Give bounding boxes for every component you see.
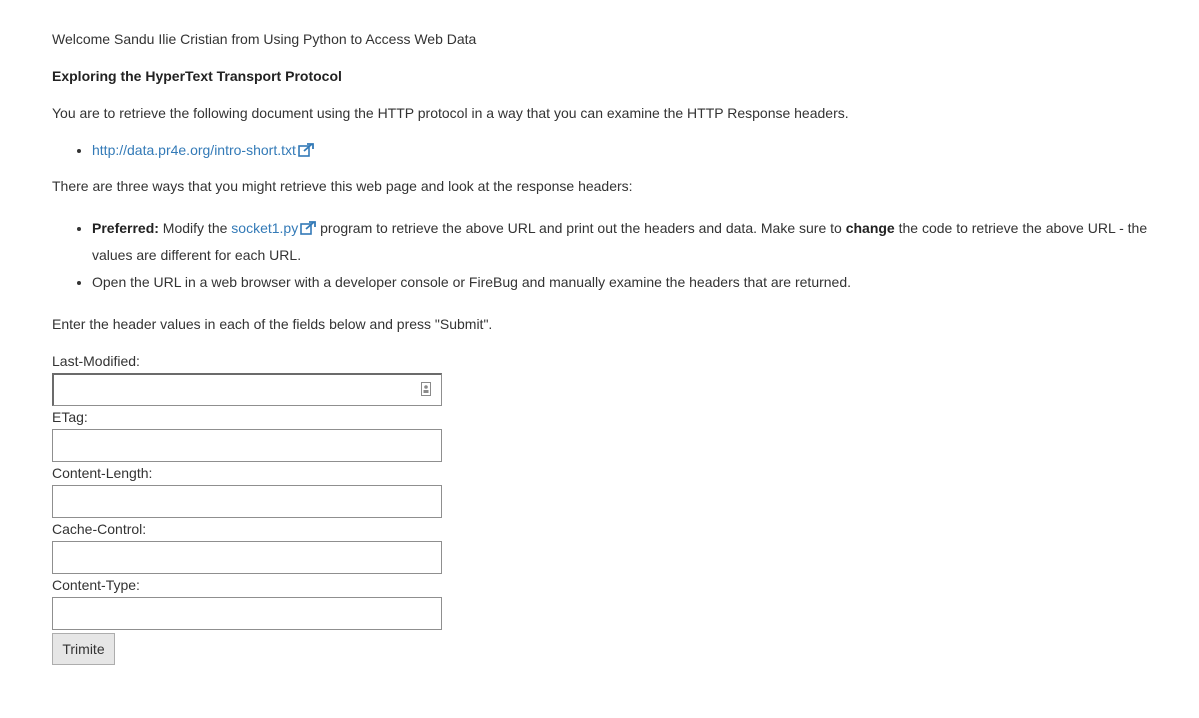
- preferred-text-before: Modify the: [158, 220, 232, 236]
- ways-list: Preferred: Modify the socket1.py program…: [52, 215, 1182, 296]
- content-length-field-wrap: [52, 485, 442, 518]
- welcome-text: Welcome Sandu Ilie Cristian from Using P…: [52, 31, 477, 47]
- list-item-browser: Open the URL in a web browser with a dev…: [92, 269, 1182, 296]
- socket1-link[interactable]: socket1.py: [231, 220, 298, 236]
- content-length-label: Content-Length:: [52, 465, 153, 481]
- preferred-text-after: program to retrieve the above URL and pr…: [316, 220, 846, 236]
- etag-input[interactable]: [52, 429, 442, 462]
- content-length-input[interactable]: [52, 485, 442, 518]
- cache-control-label: Cache-Control:: [52, 521, 147, 537]
- last-modified-input[interactable]: [52, 373, 442, 406]
- header-values-form: Last-Modified: ETag: Content-Length: Cac…: [52, 353, 1182, 665]
- cache-control-input[interactable]: [52, 541, 442, 574]
- content-type-input[interactable]: [52, 597, 442, 630]
- content-type-field-wrap: [52, 597, 442, 630]
- content-type-label: Content-Type:: [52, 577, 140, 593]
- etag-label: ETag:: [52, 409, 88, 425]
- document-link-list: http://data.pr4e.org/intro-short.txt: [52, 142, 1182, 158]
- list-item-preferred: Preferred: Modify the socket1.py program…: [92, 215, 1182, 269]
- etag-field-wrap: [52, 429, 442, 462]
- document-link[interactable]: http://data.pr4e.org/intro-short.txt: [92, 142, 296, 158]
- assignment-page: Welcome Sandu Ilie Cristian from Using P…: [0, 0, 1182, 665]
- autofill-icon[interactable]: [421, 382, 431, 396]
- last-modified-field-wrap: [52, 373, 442, 406]
- external-link-icon[interactable]: [298, 143, 314, 157]
- list-item: http://data.pr4e.org/intro-short.txt: [92, 142, 1182, 158]
- instructions-text: Enter the header values in each of the f…: [52, 316, 493, 332]
- change-emphasis: change: [845, 220, 895, 236]
- submit-button[interactable]: Trimite: [52, 633, 115, 665]
- ways-intro-text: There are three ways that you might retr…: [52, 178, 633, 194]
- preferred-label: Preferred:: [92, 220, 159, 236]
- last-modified-label: Last-Modified:: [52, 353, 140, 369]
- page-title: Exploring the HyperText Transport Protoc…: [52, 68, 342, 84]
- external-link-icon[interactable]: [300, 221, 317, 235]
- cache-control-field-wrap: [52, 541, 442, 574]
- intro-text: You are to retrieve the following docume…: [52, 105, 849, 121]
